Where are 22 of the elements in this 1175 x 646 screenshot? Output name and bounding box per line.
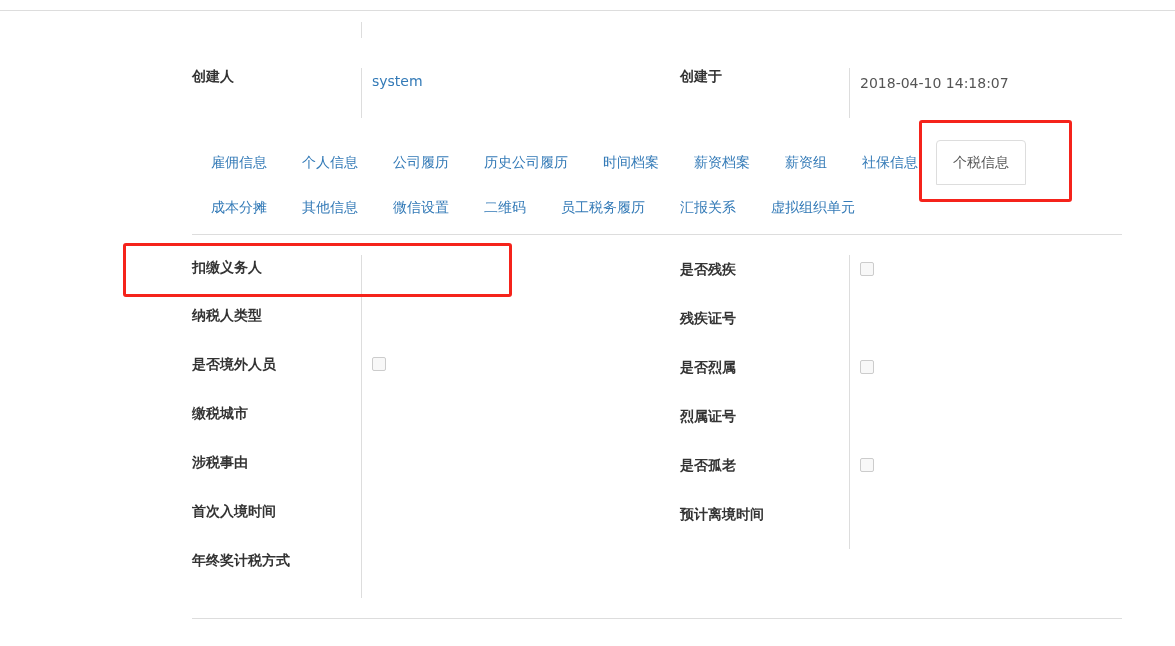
creator-link[interactable]: system	[372, 68, 423, 89]
field-label: 缴税城市	[192, 404, 248, 423]
checkbox[interactable]	[372, 357, 386, 371]
field-label: 是否境外人员	[192, 355, 276, 374]
checkbox[interactable]	[860, 458, 874, 472]
field-label: 是否烈属	[680, 358, 736, 377]
field-label: 预计离境时间	[680, 505, 764, 524]
field-label: 是否孤老	[680, 456, 736, 475]
field-label: 涉税事由	[192, 453, 248, 472]
checkbox[interactable]	[860, 262, 874, 276]
field-value: 2018-04-10 14:18:07	[860, 74, 1009, 91]
tab[interactable]: 个税信息	[936, 140, 1026, 185]
checkbox[interactable]	[860, 360, 874, 374]
field-label: 创建于	[680, 68, 723, 86]
field-label: 残疾证号	[680, 309, 736, 328]
field-label: 烈属证号	[680, 407, 736, 426]
field-label: 是否残疾	[680, 260, 736, 279]
field-label: 首次入境时间	[192, 502, 276, 521]
field-label: 创建人	[192, 68, 235, 86]
field-label: 年终奖计税方式	[192, 551, 290, 570]
field-label: 纳税人类型	[192, 306, 262, 325]
field-label: 扣缴义务人	[192, 258, 262, 277]
